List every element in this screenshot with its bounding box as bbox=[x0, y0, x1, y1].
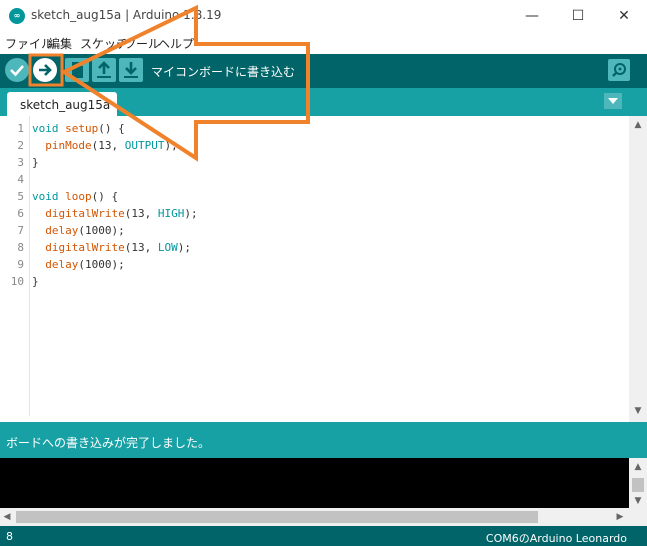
menu-sketch[interactable]: スケッチ bbox=[80, 35, 128, 52]
toolbar-hover-label: マイコンボードに書き込む bbox=[151, 65, 296, 79]
line-number: 9 bbox=[17, 258, 24, 271]
code-line: delay(1000); bbox=[45, 224, 125, 237]
window-title: sketch_aug15a | Arduino 1.8.19 bbox=[31, 8, 222, 22]
menu-edit[interactable]: 編集 bbox=[48, 35, 72, 52]
editor-vertical-scrollbar[interactable]: ▲ ▼ bbox=[629, 116, 647, 422]
code-line: void loop() { bbox=[32, 190, 119, 203]
minimize-button[interactable]: — bbox=[509, 0, 555, 32]
triangle-down-icon bbox=[608, 98, 618, 104]
line-number: 1 bbox=[17, 122, 24, 135]
code-line: digitalWrite(13, HIGH); bbox=[45, 207, 198, 220]
title-bar: ∞ sketch_aug15a | Arduino 1.8.19 — ☐ ✕ bbox=[0, 0, 647, 32]
maximize-button[interactable]: ☐ bbox=[555, 0, 601, 32]
open-button[interactable] bbox=[92, 58, 116, 82]
line-number: 8 bbox=[17, 241, 24, 254]
close-button[interactable]: ✕ bbox=[601, 0, 647, 32]
line-number: 6 bbox=[17, 207, 24, 220]
line-number: 3 bbox=[17, 156, 24, 169]
arduino-logo-icon: ∞ bbox=[9, 8, 25, 24]
line-number: 2 bbox=[17, 139, 24, 152]
arrow-right-icon bbox=[39, 64, 52, 76]
scroll-left-icon[interactable]: ◀ bbox=[0, 510, 14, 524]
console-output[interactable] bbox=[0, 458, 629, 508]
menu-bar: ファイル 編集 スケッチ ツール ヘルプ bbox=[0, 32, 647, 54]
scroll-down-icon[interactable]: ▼ bbox=[629, 494, 647, 508]
scroll-up-icon[interactable]: ▲ bbox=[629, 118, 647, 132]
menu-file[interactable]: ファイル bbox=[5, 35, 53, 52]
scroll-right-icon[interactable]: ▶ bbox=[613, 510, 627, 524]
code-line: digitalWrite(13, LOW); bbox=[45, 241, 191, 254]
save-button[interactable] bbox=[119, 58, 143, 82]
magnifier-icon bbox=[612, 63, 626, 77]
code-line: } bbox=[32, 275, 39, 288]
console-vertical-scrollbar[interactable]: ▲ ▼ bbox=[629, 458, 647, 508]
line-number-indicator: 8 bbox=[6, 530, 13, 543]
line-number-gutter: 1 2 3 4 5 6 7 8 9 10 bbox=[0, 116, 30, 416]
scroll-down-icon[interactable]: ▼ bbox=[629, 404, 647, 418]
code-line: delay(1000); bbox=[45, 258, 125, 271]
code-line: pinMode(13, OUTPUT); bbox=[45, 139, 178, 152]
line-number: 5 bbox=[17, 190, 24, 203]
board-port-indicator: COM6のArduino Leonardo bbox=[485, 532, 627, 545]
code-editor[interactable]: 1 2 3 4 5 6 7 8 9 10 void setup() { pinM… bbox=[0, 116, 647, 422]
line-number: 7 bbox=[17, 224, 24, 237]
scroll-thumb[interactable] bbox=[16, 511, 538, 523]
code-line: } bbox=[32, 156, 39, 169]
scroll-thumb[interactable] bbox=[632, 478, 644, 492]
status-message: ボードへの書き込みが完了しました。 bbox=[6, 436, 211, 450]
checkmark-icon bbox=[10, 65, 24, 77]
tab-label: sketch_aug15a bbox=[20, 98, 111, 112]
tab-menu-button[interactable] bbox=[604, 93, 622, 109]
new-file-icon bbox=[72, 62, 83, 78]
serial-monitor-button[interactable] bbox=[608, 59, 630, 81]
tab-bar: sketch_aug15a bbox=[0, 88, 647, 118]
console-horizontal-scrollbar[interactable]: ◀ ▶ bbox=[0, 508, 647, 526]
new-button[interactable] bbox=[65, 58, 89, 82]
toolbar: マイコンボードに書き込む bbox=[0, 54, 647, 88]
upload-button[interactable] bbox=[33, 58, 57, 82]
menu-help[interactable]: ヘルプ bbox=[158, 35, 194, 52]
code-line: void setup() { bbox=[32, 122, 125, 135]
line-number: 4 bbox=[17, 173, 24, 186]
footer-bar: 8 COM6のArduino Leonardo bbox=[0, 526, 647, 546]
line-number: 10 bbox=[10, 275, 24, 288]
status-bar: ボードへの書き込みが完了しました。 bbox=[0, 422, 647, 458]
verify-button[interactable] bbox=[5, 58, 29, 82]
tab-sketch[interactable]: sketch_aug15a bbox=[7, 92, 117, 118]
scroll-up-icon[interactable]: ▲ bbox=[629, 460, 647, 474]
arrow-down-icon bbox=[124, 62, 138, 78]
menu-tools[interactable]: ツール bbox=[124, 35, 160, 52]
arrow-up-icon bbox=[97, 61, 111, 78]
